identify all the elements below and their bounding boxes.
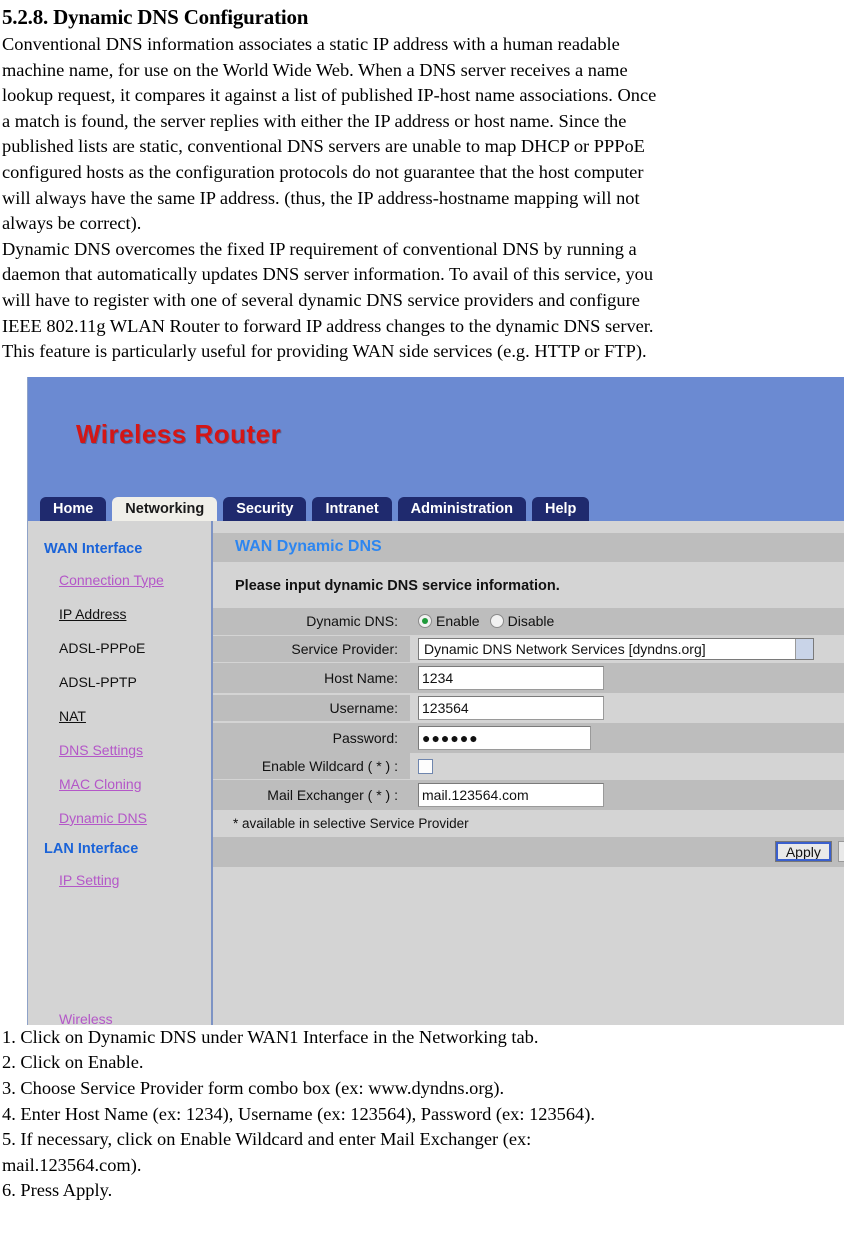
username-value <box>410 693 844 723</box>
button-row: Apply R <box>213 836 844 867</box>
field-row-dynamic-dns: Dynamic DNS: Enable Disable <box>213 607 844 635</box>
paragraph-line: published lists are static, conventional… <box>2 136 645 157</box>
step-item: 3. Choose Service Provider form combo bo… <box>2 1077 505 1098</box>
paragraph-line: lookup request, it compares it against a… <box>2 85 657 106</box>
radio-enable-label: Enable <box>436 613 480 630</box>
sidebar-item-adsl-pppoe[interactable]: ADSL-PPPoE <box>28 631 211 665</box>
paragraph-line: Conventional DNS information associates … <box>2 34 620 54</box>
host-name-label: Host Name: <box>213 664 410 691</box>
field-row-username: Username: <box>213 693 844 723</box>
paragraph-line: This feature is particularly useful for … <box>2 341 647 362</box>
password-input[interactable] <box>418 725 591 750</box>
sidebar-clipped-area: Wireless <box>28 1011 211 1025</box>
radio-disable-icon[interactable] <box>489 614 504 629</box>
radio-disable-wrap[interactable]: Disable <box>489 613 555 630</box>
service-provider-selected-text: Dynamic DNS Network Services [dyndns.org… <box>424 640 706 657</box>
brand-title: Wireless Router <box>76 418 282 449</box>
tab-security[interactable]: Security <box>223 496 307 521</box>
paragraph-line: machine name, for use on the World Wide … <box>2 59 628 80</box>
sidebar-group-wan-interface: WAN Interface <box>44 540 143 557</box>
paragraph-line: IEEE 802.11g WLAN Router to forward IP a… <box>2 315 654 336</box>
ui-header: Wireless Router <box>28 376 844 495</box>
step-item: mail.123564.com). <box>2 1154 142 1175</box>
page-root: 5.2.8. Dynamic DNS Configuration Convent… <box>0 4 863 1255</box>
sidebar-item-ip-setting[interactable]: IP Setting <box>28 863 211 897</box>
chevron-down-icon[interactable] <box>795 638 813 659</box>
step-item: 1. Click on Dynamic DNS under WAN1 Inter… <box>2 1026 539 1047</box>
radio-enable-icon[interactable] <box>418 614 432 629</box>
radio-enable-wrap[interactable]: Enable <box>418 613 480 629</box>
sidebar-item-connection-type[interactable]: Connection Type <box>28 563 211 597</box>
panel-bottom-space <box>213 866 844 939</box>
sidebar-item-mac-cloning[interactable]: MAC Cloning <box>28 767 211 801</box>
tab-help[interactable]: Help <box>531 496 590 521</box>
field-row-enable-wildcard: Enable Wildcard ( * ) : <box>213 753 844 780</box>
service-provider-label: Service Provider: <box>213 635 410 662</box>
mail-exchanger-value <box>410 779 844 810</box>
nav-tabbar: Home Networking Security Intranet Admini… <box>28 494 844 521</box>
sidebar: WAN Interface Connection Type IP Address… <box>28 520 213 1025</box>
tab-administration[interactable]: Administration <box>397 496 526 521</box>
section-heading: 5.2.8. Dynamic DNS Configuration <box>2 5 309 29</box>
tab-home[interactable]: Home <box>40 496 107 521</box>
password-value <box>410 722 844 753</box>
instruction-steps: 1. Click on Dynamic DNS under WAN1 Inter… <box>2 1025 863 1204</box>
enable-wildcard-checkbox[interactable] <box>418 758 433 774</box>
enable-wildcard-label: Enable Wildcard ( * ) : <box>213 753 410 780</box>
paragraph-line: will have to register with one of severa… <box>2 289 640 310</box>
reset-button[interactable]: R <box>837 841 844 863</box>
paragraph-line: daemon that automatically updates DNS se… <box>2 264 654 285</box>
dynamic-dns-value: Enable Disable <box>410 610 844 633</box>
sidebar-item-nat[interactable]: NAT <box>28 699 211 733</box>
apply-button[interactable]: Apply <box>774 841 832 863</box>
field-row-mail-exchanger: Mail Exchanger ( * ) : <box>213 779 844 810</box>
tab-networking[interactable]: Networking <box>112 496 218 521</box>
service-provider-select[interactable]: Dynamic DNS Network Services [dyndns.org… <box>418 637 814 660</box>
sidebar-item-adsl-pptp[interactable]: ADSL-PPTP <box>28 665 211 699</box>
enable-wildcard-value <box>410 756 844 777</box>
sidebar-item-dynamic-dns[interactable]: Dynamic DNS <box>28 801 211 835</box>
dynamic-dns-label: Dynamic DNS: <box>213 608 410 635</box>
wildcard-footnote: * available in selective Service Provide… <box>233 815 469 831</box>
step-item: 2. Click on Enable. <box>2 1052 144 1073</box>
ui-body: WAN Interface Connection Type IP Address… <box>28 520 844 1025</box>
sidebar-item-ip-address[interactable]: IP Address <box>28 597 211 631</box>
username-input[interactable] <box>418 695 604 720</box>
step-item: 6. Press Apply. <box>2 1180 113 1201</box>
panel-title: WAN Dynamic DNS <box>213 532 844 562</box>
paragraph-1: Conventional DNS information associates … <box>2 32 862 237</box>
mail-exchanger-label: Mail Exchanger ( * ) : <box>213 781 410 808</box>
mail-exchanger-input[interactable] <box>418 782 604 807</box>
step-item: 5. If necessary, click on Enable Wildcar… <box>2 1129 532 1150</box>
sidebar-group-lan-interface: LAN Interface <box>44 840 139 857</box>
host-name-input[interactable] <box>418 665 604 690</box>
router-ui-screenshot: Wireless Router Home Networking Security… <box>27 376 844 1025</box>
service-provider-value: Dynamic DNS Network Services [dyndns.org… <box>410 635 844 663</box>
content-panel: WAN Dynamic DNS Please input dynamic DNS… <box>213 520 844 1025</box>
sidebar-item-wireless[interactable]: Wireless <box>28 1011 211 1025</box>
sidebar-item-dns-settings[interactable]: DNS Settings <box>28 733 211 767</box>
paragraph-line: a match is found, the server replies wit… <box>2 110 627 131</box>
field-row-service-provider: Service Provider: Dynamic DNS Network Se… <box>213 635 844 663</box>
paragraph-line: configured hosts as the configuration pr… <box>2 161 644 182</box>
field-row-host-name: Host Name: <box>213 662 844 693</box>
host-name-value <box>410 662 844 693</box>
step-item: 4. Enter Host Name (ex: 1234), Username … <box>2 1103 595 1124</box>
field-row-password: Password: <box>213 722 844 753</box>
paragraph-line: will always have the same IP address. (t… <box>2 187 640 208</box>
password-label: Password: <box>213 724 410 751</box>
radio-disable-label: Disable <box>507 613 555 630</box>
paragraph-line: Dynamic DNS overcomes the fixed IP requi… <box>2 238 637 259</box>
username-label: Username: <box>213 694 410 721</box>
tab-intranet[interactable]: Intranet <box>312 496 392 521</box>
paragraph-2: Dynamic DNS overcomes the fixed IP requi… <box>2 237 862 365</box>
paragraph-line: always be correct). <box>2 213 142 234</box>
panel-subtitle: Please input dynamic DNS service informa… <box>235 577 560 594</box>
